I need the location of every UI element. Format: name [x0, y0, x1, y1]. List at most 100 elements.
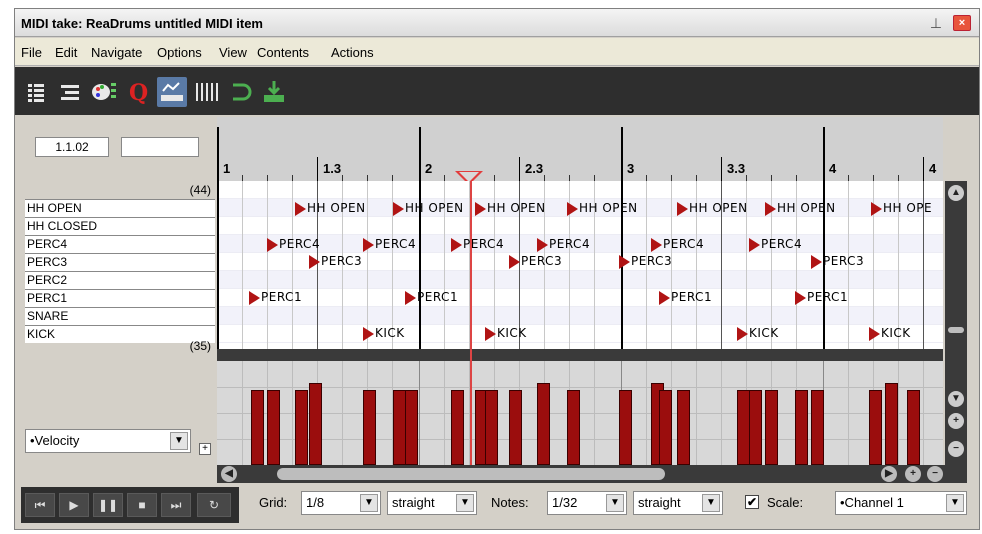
- menu-view[interactable]: View: [219, 45, 247, 60]
- velocity-bar[interactable]: [485, 390, 498, 465]
- event-properties-icon[interactable]: [157, 77, 187, 107]
- midi-note-perc3[interactable]: PERC3: [811, 253, 864, 269]
- velocity-bar[interactable]: [619, 390, 632, 465]
- scroll-down-icon[interactable]: ▼: [948, 391, 964, 407]
- note-name-hh-closed[interactable]: HH CLOSED: [25, 217, 215, 235]
- note-name-hh-open[interactable]: HH OPEN: [25, 199, 215, 217]
- timeline-ruler[interactable]: 1 1.3 2 2.3 3 3.3 4 4: [217, 117, 943, 189]
- quantize-icon[interactable]: Q: [123, 77, 153, 107]
- zoom-in-vertical-icon[interactable]: +: [948, 413, 964, 429]
- close-icon[interactable]: ×: [953, 15, 971, 31]
- velocity-bar[interactable]: [451, 390, 464, 465]
- scroll-left-icon[interactable]: ◀: [221, 466, 237, 482]
- grid-size-dropdown[interactable]: 1/8 ▼: [301, 491, 381, 515]
- hscroll-thumb[interactable]: [277, 468, 665, 480]
- midi-note-perc4[interactable]: PERC4: [651, 236, 704, 252]
- midi-note-kick[interactable]: KICK: [737, 325, 779, 341]
- velocity-bar[interactable]: [405, 390, 418, 465]
- scroll-up-icon[interactable]: ▲: [948, 185, 964, 201]
- note-name-perc1[interactable]: PERC1: [25, 289, 215, 307]
- loop-toggle-icon[interactable]: ↻: [197, 493, 231, 517]
- midi-note-perc3[interactable]: PERC3: [619, 253, 672, 269]
- velocity-bar[interactable]: [749, 390, 762, 465]
- midi-note-perc4[interactable]: PERC4: [537, 236, 590, 252]
- scale-checkbox[interactable]: ✔: [745, 495, 759, 509]
- length-display[interactable]: [121, 137, 199, 157]
- menu-edit[interactable]: Edit: [55, 45, 77, 60]
- velocity-bar[interactable]: [811, 390, 824, 465]
- velocity-bar[interactable]: [795, 390, 808, 465]
- midi-note-kick[interactable]: KICK: [869, 325, 911, 341]
- channel-dropdown[interactable]: •Channel 1 ▼: [835, 491, 967, 515]
- note-mode-dropdown[interactable]: straight ▼: [633, 491, 723, 515]
- cc-lane-dropdown[interactable]: •Velocity ▼: [25, 429, 191, 453]
- scroll-right-icon[interactable]: ▶: [881, 466, 897, 482]
- grid-icon[interactable]: [191, 77, 221, 107]
- note-length-dropdown[interactable]: 1/32 ▼: [547, 491, 627, 515]
- midi-note-hh-open[interactable]: HH OPEN: [567, 200, 638, 216]
- velocity-bar[interactable]: [309, 383, 322, 465]
- velocity-bar[interactable]: [885, 383, 898, 465]
- midi-note-kick[interactable]: KICK: [485, 325, 527, 341]
- midi-note-perc4[interactable]: PERC4: [363, 236, 416, 252]
- velocity-bar[interactable]: [267, 390, 280, 465]
- velocity-bar[interactable]: [363, 390, 376, 465]
- piano-roll-grid[interactable]: HH OPEN HH OPEN HH OPEN HH OPEN HH OPEN …: [217, 181, 943, 349]
- velocity-bar[interactable]: [869, 390, 882, 465]
- add-lane-icon[interactable]: +: [199, 443, 211, 455]
- midi-note-perc4[interactable]: PERC4: [451, 236, 504, 252]
- menu-contents[interactable]: Contents: [257, 45, 309, 60]
- zoom-in-icon[interactable]: +: [905, 466, 921, 482]
- midi-note-perc4[interactable]: PERC4: [267, 236, 320, 252]
- midi-note-kick[interactable]: KICK: [363, 325, 405, 341]
- pause-icon[interactable]: ❚❚: [93, 493, 123, 517]
- stop-icon[interactable]: ■: [127, 493, 157, 517]
- velocity-bar[interactable]: [659, 390, 672, 465]
- velocity-bar[interactable]: [677, 390, 690, 465]
- title-bar[interactable]: MIDI take: ReaDrums untitled MIDI item ⊥…: [15, 9, 979, 37]
- play-icon[interactable]: ▶: [59, 493, 89, 517]
- zoom-out-icon[interactable]: −: [927, 466, 943, 482]
- velocity-lane[interactable]: [217, 361, 943, 465]
- note-name-perc2[interactable]: PERC2: [25, 271, 215, 289]
- loop-icon[interactable]: [225, 77, 255, 107]
- lane-splitter[interactable]: [217, 349, 943, 361]
- note-name-perc3[interactable]: PERC3: [25, 253, 215, 271]
- note-name-perc4[interactable]: PERC4: [25, 235, 215, 253]
- midi-note-hh-open[interactable]: HH OPEN: [393, 200, 464, 216]
- menu-actions[interactable]: Actions: [331, 45, 374, 60]
- midi-note-perc1[interactable]: PERC1: [249, 289, 302, 305]
- midi-note-perc1[interactable]: PERC1: [659, 289, 712, 305]
- midi-note-perc1[interactable]: PERC1: [405, 289, 458, 305]
- velocity-bar[interactable]: [509, 390, 522, 465]
- midi-note-perc4[interactable]: PERC4: [749, 236, 802, 252]
- zoom-out-vertical-icon[interactable]: −: [948, 441, 964, 457]
- vscroll-thumb[interactable]: [948, 327, 964, 333]
- midi-note-hh-open[interactable]: HH OPEN: [677, 200, 748, 216]
- go-to-end-icon[interactable]: ⏭: [161, 493, 191, 517]
- grid-mode-dropdown[interactable]: straight ▼: [387, 491, 477, 515]
- menu-navigate[interactable]: Navigate: [91, 45, 142, 60]
- midi-note-perc3[interactable]: PERC3: [509, 253, 562, 269]
- velocity-bar[interactable]: [251, 390, 264, 465]
- midi-note-perc3[interactable]: PERC3: [309, 253, 362, 269]
- midi-note-perc1[interactable]: PERC1: [795, 289, 848, 305]
- midi-note-hh-open[interactable]: HH OPEN: [765, 200, 836, 216]
- go-to-start-icon[interactable]: ⏮: [25, 493, 55, 517]
- velocity-bar[interactable]: [295, 390, 308, 465]
- midi-note-hh-open[interactable]: HH OPEN: [295, 200, 366, 216]
- pin-icon[interactable]: ⊥: [929, 15, 943, 31]
- vertical-scrollbar[interactable]: ▲ ▼ + −: [945, 181, 967, 473]
- midi-note-hh-open[interactable]: HH OPEN: [475, 200, 546, 216]
- note-name-snare[interactable]: SNARE: [25, 307, 215, 325]
- midi-note-hh-open[interactable]: HH OPE: [871, 200, 932, 216]
- velocity-bar[interactable]: [907, 390, 920, 465]
- menu-file[interactable]: File: [21, 45, 42, 60]
- named-notes-icon[interactable]: [55, 77, 85, 107]
- velocity-bar[interactable]: [567, 390, 580, 465]
- menu-options[interactable]: Options: [157, 45, 202, 60]
- velocity-bar[interactable]: [765, 390, 778, 465]
- piano-roll-icon[interactable]: [21, 77, 51, 107]
- color-palette-icon[interactable]: [89, 77, 119, 107]
- position-display[interactable]: 1.1.02: [35, 137, 109, 157]
